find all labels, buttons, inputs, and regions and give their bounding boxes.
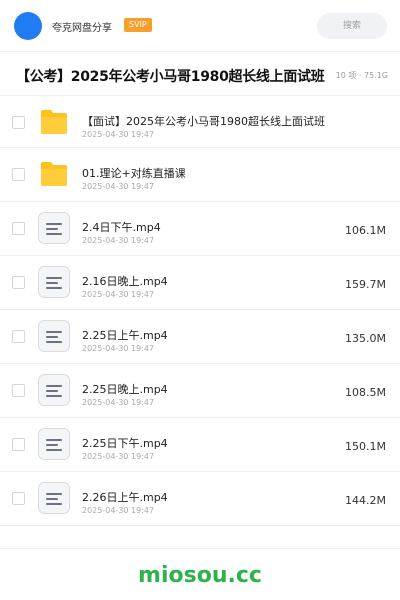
share-owner-name: 夸克网盘分享 <box>52 23 112 34</box>
item-date: 2025-04-30 19:47 <box>82 506 155 515</box>
item-checkbox[interactable] <box>12 116 25 129</box>
item-date: 2025-04-30 19:47 <box>82 236 155 245</box>
folder-title-row: 【公考】2025年公考小马哥1980超长线上面试班 10 项 · 75.1G <box>0 52 400 96</box>
video-file-icon <box>38 374 70 406</box>
item-checkbox[interactable] <box>12 276 25 289</box>
item-size: 106.1M <box>345 224 386 237</box>
item-summary: 10 项 · 75.1G <box>329 70 388 81</box>
item-date: 2025-04-30 19:47 <box>82 344 155 353</box>
site-watermark: miosou.cc <box>138 563 262 588</box>
list-item-folder[interactable]: 【面试】2025年公考小马哥1980超长线上面试班 2025-04-30 19:… <box>0 96 400 148</box>
video-file-icon <box>38 482 70 514</box>
item-checkbox[interactable] <box>12 438 25 451</box>
item-checkbox[interactable] <box>12 168 25 181</box>
item-name: 2.4日下午.mp4 <box>82 221 161 234</box>
item-size: 135.0M <box>345 332 386 345</box>
item-name: 2.25日下午.mp4 <box>82 437 168 450</box>
svip-badge: SVIP <box>124 18 152 32</box>
list-item-folder[interactable]: 01.理论+对练直播课 2025-04-30 19:47 <box>0 148 400 202</box>
video-file-icon <box>38 212 70 244</box>
share-header: 夸克网盘分享 SVIP <box>0 0 400 52</box>
item-size: 108.5M <box>345 386 386 399</box>
list-item-file[interactable]: 2.25日下午.mp4 2025-04-30 19:47 150.1M <box>0 418 400 472</box>
item-name: 2.25日上午.mp4 <box>82 329 168 342</box>
video-file-icon <box>38 266 70 298</box>
video-file-icon <box>38 428 70 460</box>
footer-bar: miosou.cc <box>0 548 400 600</box>
item-checkbox[interactable] <box>12 492 25 505</box>
item-checkbox[interactable] <box>12 330 25 343</box>
item-size: 159.7M <box>345 278 386 291</box>
list-item-file[interactable]: 2.25日上午.mp4 2025-04-30 19:47 135.0M <box>0 310 400 364</box>
list-item-file[interactable]: 2.16日晚上.mp4 2025-04-30 19:47 159.7M <box>0 256 400 310</box>
item-size: 150.1M <box>345 440 386 453</box>
item-name: 【面试】2025年公考小马哥1980超长线上面试班 <box>82 115 325 128</box>
item-checkbox[interactable] <box>12 222 25 235</box>
item-checkbox[interactable] <box>12 384 25 397</box>
item-date: 2025-04-30 19:47 <box>82 398 155 407</box>
item-name: 2.16日晚上.mp4 <box>82 275 168 288</box>
item-name: 01.理论+对练直播课 <box>82 167 186 180</box>
folder-icon <box>41 162 67 186</box>
item-name: 2.26日上午.mp4 <box>82 491 168 504</box>
item-date: 2025-04-30 19:47 <box>82 130 155 139</box>
folder-icon <box>41 110 67 134</box>
list-item-file[interactable]: 2.26日上午.mp4 2025-04-30 19:47 144.2M <box>0 472 400 526</box>
item-size: 144.2M <box>345 494 386 507</box>
file-list: 【面试】2025年公考小马哥1980超长线上面试班 2025-04-30 19:… <box>0 96 400 526</box>
list-item-file[interactable]: 2.25日晚上.mp4 2025-04-30 19:47 108.5M <box>0 364 400 418</box>
item-name: 2.25日晚上.mp4 <box>82 383 168 396</box>
item-date: 2025-04-30 19:47 <box>82 182 155 191</box>
page-title: 【公考】2025年公考小马哥1980超长线上面试班 <box>16 69 325 85</box>
item-date: 2025-04-30 19:47 <box>82 452 155 461</box>
search-input[interactable] <box>317 13 387 39</box>
list-item-file[interactable]: 2.4日下午.mp4 2025-04-30 19:47 106.1M <box>0 202 400 256</box>
item-date: 2025-04-30 19:47 <box>82 290 155 299</box>
avatar[interactable] <box>14 12 42 40</box>
video-file-icon <box>38 320 70 352</box>
